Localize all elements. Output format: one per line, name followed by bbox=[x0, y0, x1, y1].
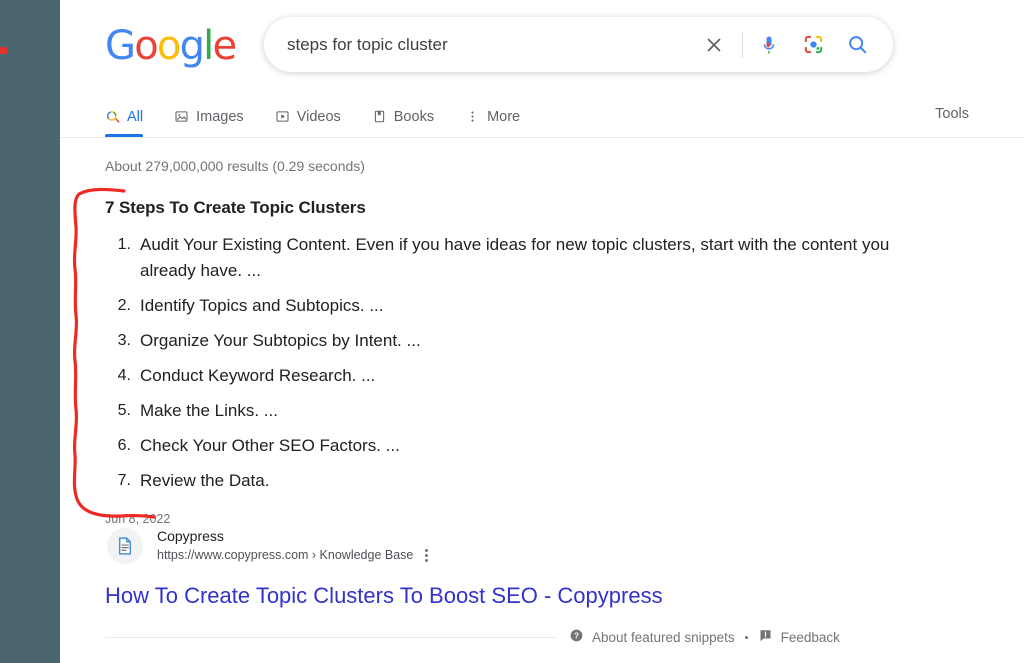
list-item-text: Audit Your Existing Content. Even if you… bbox=[140, 235, 890, 280]
tab-all[interactable]: All bbox=[105, 96, 159, 137]
search-icon[interactable] bbox=[835, 23, 879, 67]
image-icon bbox=[174, 109, 189, 124]
search-icon bbox=[105, 109, 120, 124]
result-title-link[interactable]: How To Create Topic Clusters To Boost SE… bbox=[105, 582, 663, 610]
snippet-title: 7 Steps To Create Topic Clusters bbox=[105, 198, 366, 217]
list-item: 6. Check Your Other SEO Factors. ... bbox=[105, 433, 905, 459]
logo-letter-G: G bbox=[105, 23, 136, 69]
snippet-footer: ? About featured snippets Feedback bbox=[105, 628, 925, 646]
tab-images[interactable]: Images bbox=[174, 96, 260, 137]
search-header: Google bbox=[60, 0, 1024, 92]
list-item-number: 7. bbox=[117, 472, 131, 489]
list-item: 4. Conduct Keyword Research. ... bbox=[105, 363, 905, 389]
google-logo[interactable]: Google bbox=[105, 23, 238, 69]
tab-label: Books bbox=[393, 108, 435, 125]
video-icon bbox=[275, 109, 290, 124]
left-sidebar-rail bbox=[0, 0, 60, 663]
list-item-text: Check Your Other SEO Factors. ... bbox=[140, 436, 400, 455]
list-item-text: Make the Links. ... bbox=[140, 401, 278, 420]
about-featured-snippets-link[interactable]: ? About featured snippets bbox=[569, 628, 735, 646]
browser-content: Google steps for topic cluster All Image… bbox=[60, 0, 1024, 663]
source-url: https://www.copypress.com › Knowledge Ba… bbox=[157, 548, 414, 562]
book-icon bbox=[372, 109, 387, 124]
list-item: 7. Review the Data. bbox=[105, 468, 905, 494]
footer-links: ? About featured snippets Feedback bbox=[569, 628, 840, 646]
list-item-text: Organize Your Subtopics by Intent. ... bbox=[140, 331, 421, 350]
list-item-number: 2. bbox=[117, 297, 131, 314]
source-name: Copypress bbox=[157, 528, 224, 544]
list-item-number: 3. bbox=[117, 332, 131, 349]
logo-letter-o2: o bbox=[156, 23, 181, 69]
tab-label: More bbox=[487, 108, 521, 125]
tab-label: Images bbox=[196, 108, 244, 125]
tab-books[interactable]: Books bbox=[372, 96, 450, 137]
kebab-icon[interactable] bbox=[422, 547, 431, 564]
help-circle-icon: ? bbox=[569, 628, 584, 646]
source-text: Copypress https://www.copypress.com › Kn… bbox=[157, 527, 431, 564]
footer-divider bbox=[105, 636, 557, 638]
close-icon[interactable] bbox=[692, 23, 736, 67]
red-edge-mark bbox=[0, 47, 7, 54]
about-featured-snippets-label: About featured snippets bbox=[592, 629, 735, 645]
tab-active-underline bbox=[105, 134, 144, 137]
source-url-row: https://www.copypress.com › Knowledge Ba… bbox=[157, 546, 431, 564]
tab-videos[interactable]: Videos bbox=[275, 96, 357, 137]
list-item: 2. Identify Topics and Subtopics. ... bbox=[105, 293, 905, 319]
logo-letter-l: l bbox=[203, 23, 214, 69]
search-input[interactable] bbox=[287, 29, 692, 60]
flag-icon bbox=[758, 628, 773, 646]
search-tabs: All Images Videos Books More bbox=[105, 96, 551, 137]
result-stats: About 279,000,000 results (0.29 seconds) bbox=[105, 158, 365, 174]
list-item-text: Review the Data. bbox=[140, 471, 270, 490]
featured-snippet: 7 Steps To Create Topic Clusters 1. Audi… bbox=[105, 198, 905, 526]
microphone-icon[interactable] bbox=[747, 23, 791, 67]
feedback-link[interactable]: Feedback bbox=[758, 628, 840, 646]
snippet-step-list: 1. Audit Your Existing Content. Even if … bbox=[105, 232, 905, 494]
list-item-number: 4. bbox=[117, 367, 131, 384]
list-item: 1. Audit Your Existing Content. Even if … bbox=[105, 232, 905, 284]
source-attribution[interactable]: Copypress https://www.copypress.com › Kn… bbox=[107, 527, 431, 564]
logo-letter-g: g bbox=[179, 23, 205, 69]
list-item: 5. Make the Links. ... bbox=[105, 398, 905, 424]
list-item-text: Identify Topics and Subtopics. ... bbox=[140, 296, 384, 315]
google-lens-icon[interactable] bbox=[791, 23, 835, 67]
logo-letter-e: e bbox=[212, 23, 238, 69]
tab-more[interactable]: More bbox=[465, 96, 536, 137]
list-item-number: 5. bbox=[117, 402, 131, 419]
screenshot-root: Google steps for topic cluster All Image… bbox=[0, 0, 1024, 663]
snippet-date: Jun 8, 2022 bbox=[105, 512, 171, 526]
feedback-label: Feedback bbox=[780, 629, 840, 645]
search-divider bbox=[742, 31, 743, 58]
list-item-number: 1. bbox=[117, 236, 131, 253]
tab-label: Videos bbox=[296, 108, 341, 125]
svg-text:?: ? bbox=[574, 631, 579, 640]
tab-label: All bbox=[127, 108, 144, 125]
list-item-number: 6. bbox=[117, 437, 131, 454]
search-tabs-bar: All Images Videos Books More Tools bbox=[60, 96, 1024, 138]
kebab-icon bbox=[465, 109, 480, 124]
list-item: 3. Organize Your Subtopics by Intent. ..… bbox=[105, 328, 905, 354]
search-bar[interactable] bbox=[264, 17, 893, 72]
tools-button[interactable]: Tools bbox=[935, 106, 969, 122]
document-icon bbox=[107, 527, 143, 564]
list-item-text: Conduct Keyword Research. ... bbox=[140, 366, 376, 385]
logo-letter-o1: o bbox=[134, 23, 158, 69]
footer-separator-dot bbox=[744, 635, 748, 639]
